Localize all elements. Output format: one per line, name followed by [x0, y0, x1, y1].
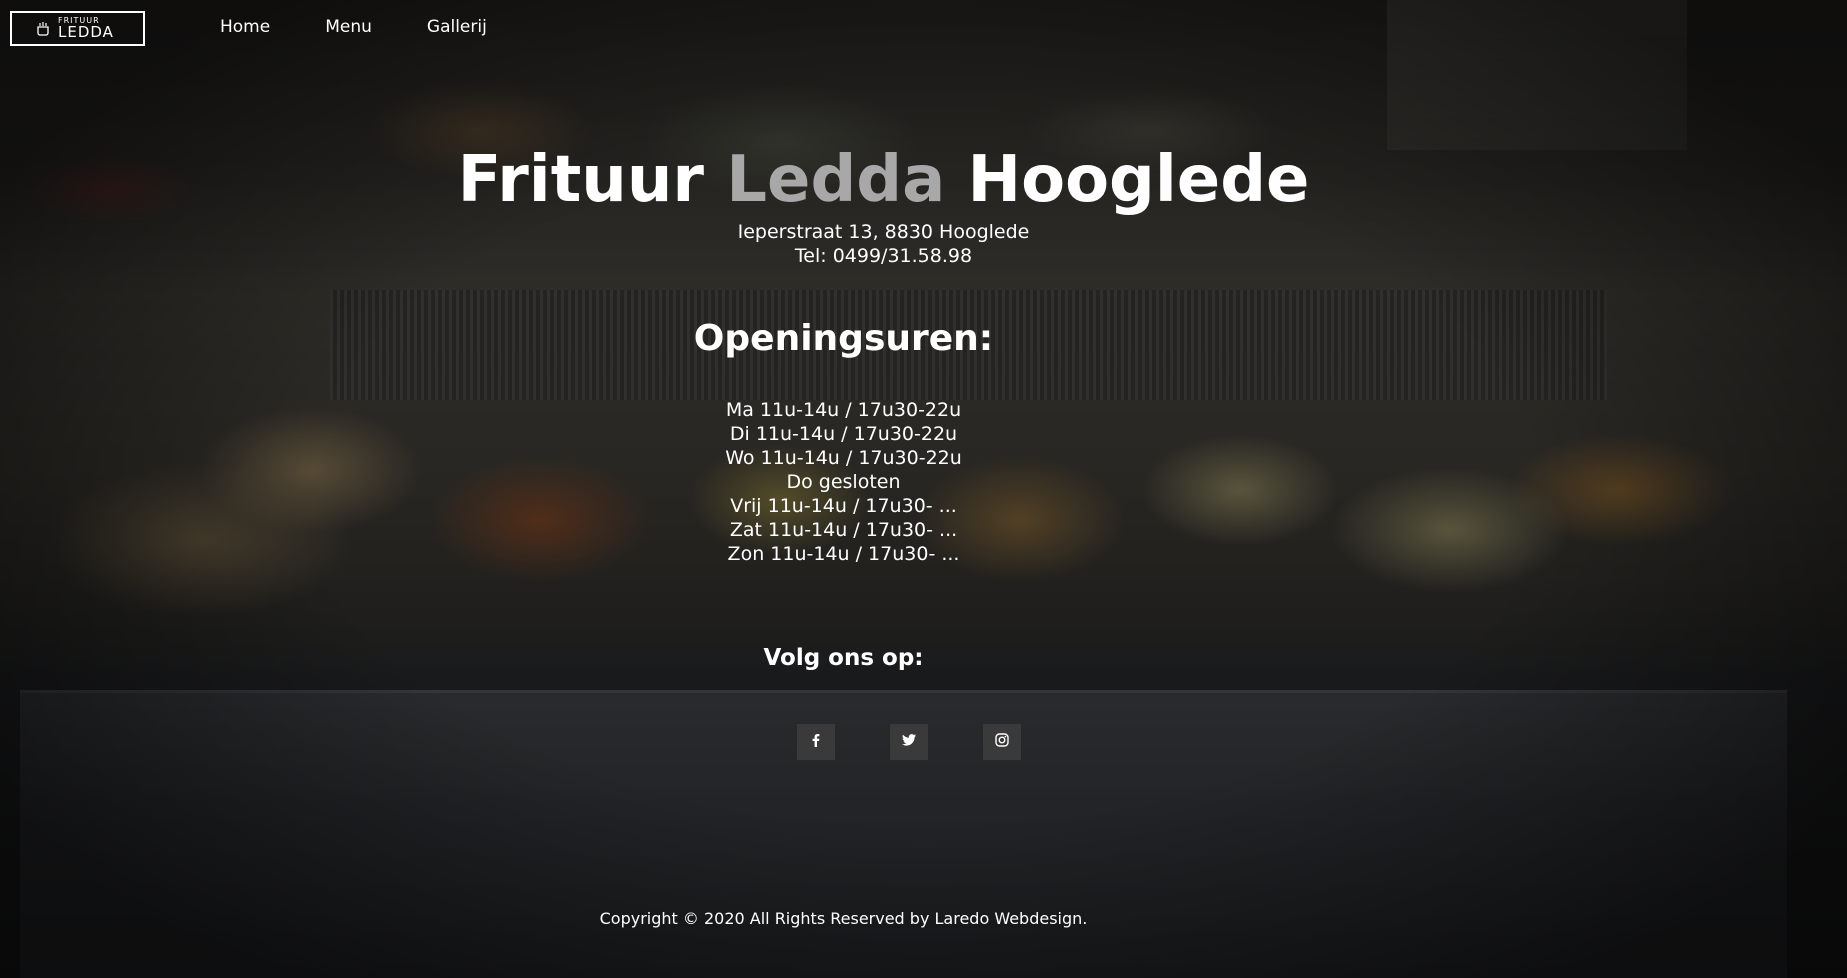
hours-thursday: Do gesloten	[786, 471, 901, 493]
title-accent: Ledda	[726, 143, 946, 217]
hero: Frituur Ledda Hooglede Ieperstraat 13, 8…	[0, 140, 1847, 268]
opening-hours-list: Ma 11u-14u / 17u30-22u Di 11u-14u / 17u3…	[0, 398, 1767, 566]
opening-hours-title: Openingsuren:	[693, 318, 994, 359]
hours-tuesday: Di 11u-14u / 17u30-22u	[729, 423, 958, 445]
social-links	[797, 724, 1021, 760]
hours-monday: Ma 11u-14u / 17u30-22u	[725, 399, 962, 421]
hours-sunday: Zon 11u-14u / 17u30- ...	[727, 543, 960, 565]
nav-links: Home Menu Gallerij	[220, 17, 542, 37]
hours-saturday: Zat 11u-14u / 17u30- ...	[729, 519, 958, 541]
navbar: FRITUUR LEDDA Home Menu Gallerij	[0, 0, 1847, 58]
nav-home[interactable]: Home	[220, 17, 270, 37]
hours-friday: Vrij 11u-14u / 17u30- ...	[730, 495, 957, 517]
page-title: Frituur Ledda Hooglede	[457, 143, 1310, 217]
nav-gallerij[interactable]: Gallerij	[427, 17, 487, 37]
fryer-basket-icon	[34, 20, 52, 38]
facebook-button[interactable]	[797, 724, 835, 760]
instagram-icon	[995, 733, 1009, 751]
logo-bottom-text: LEDDA	[58, 23, 114, 41]
facebook-icon	[810, 733, 822, 751]
instagram-button[interactable]	[983, 724, 1021, 760]
logo[interactable]: FRITUUR LEDDA	[10, 11, 145, 46]
address: Ieperstraat 13, 8830 Hooglede	[737, 221, 1030, 243]
phone-number: Tel: 0499/31.58.98	[794, 245, 973, 267]
copyright: Copyright © 2020 All Rights Reserved by …	[599, 909, 1088, 928]
twitter-icon	[902, 734, 916, 750]
nav-menu[interactable]: Menu	[325, 17, 372, 37]
twitter-button[interactable]	[890, 724, 928, 760]
hours-wednesday: Wo 11u-14u / 17u30-22u	[725, 447, 962, 469]
follow-us-title: Volg ons op:	[763, 645, 924, 671]
